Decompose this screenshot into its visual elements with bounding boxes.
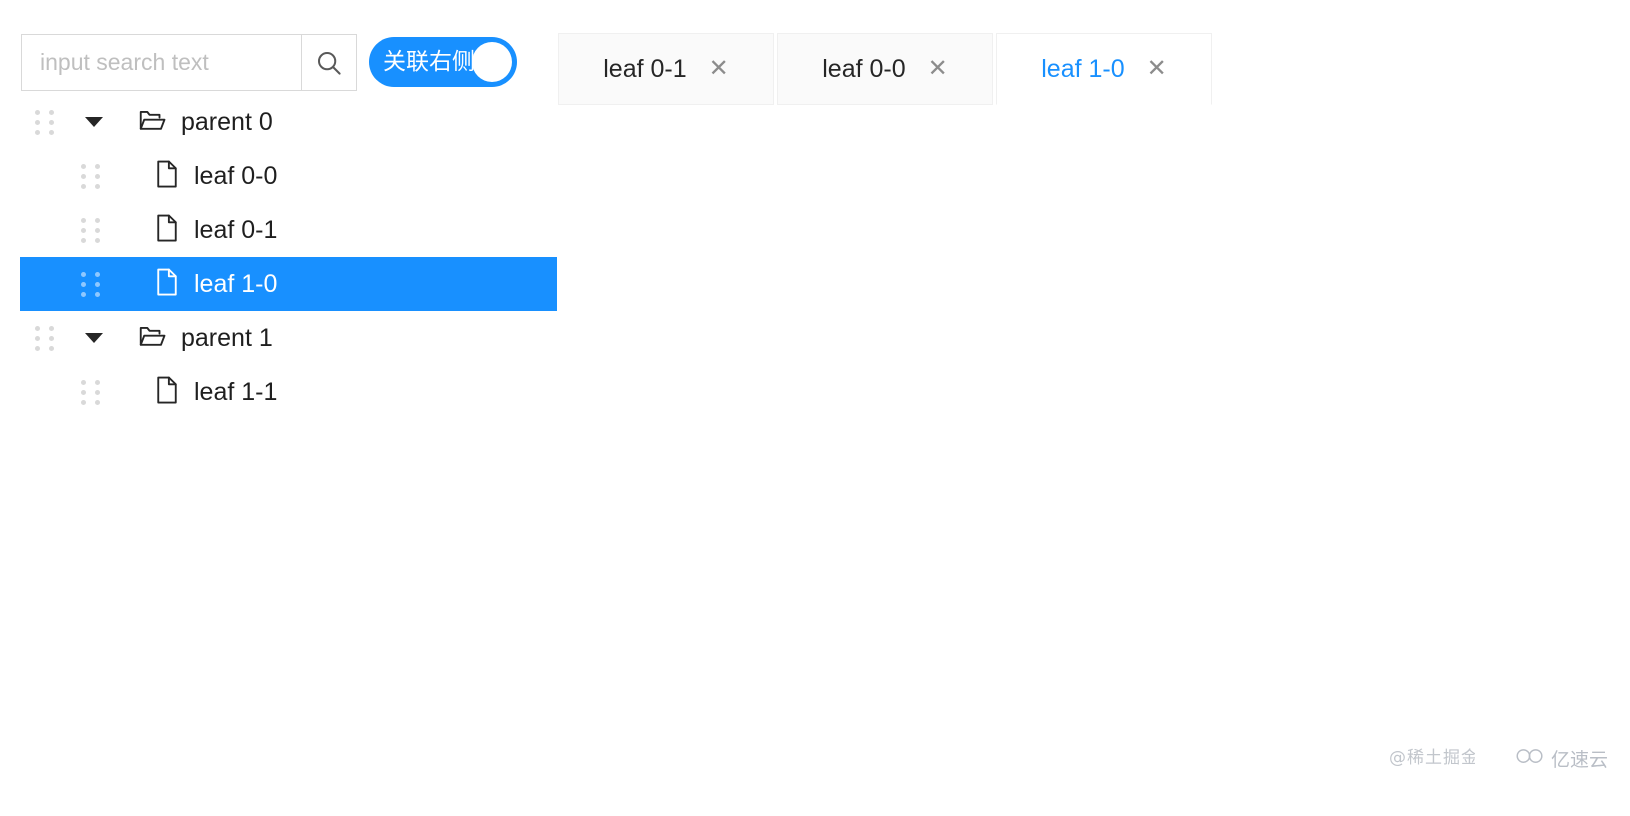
tree-row-leaf-1-1[interactable]: leaf 1-1 <box>20 365 557 419</box>
top-toolbar: 关联右侧 leaf 0-1 ✕ leaf 0-0 ✕ leaf 1-0 ✕ <box>0 0 1630 108</box>
tab-label: leaf 0-0 <box>822 54 906 83</box>
drag-handle-icon[interactable] <box>81 217 100 243</box>
tree-row-label: leaf 1-1 <box>194 377 278 406</box>
close-icon[interactable]: ✕ <box>928 57 948 81</box>
folder-open-icon <box>137 105 167 140</box>
file-icon <box>154 213 180 248</box>
tree-row-parent-1[interactable]: parent 1 <box>20 311 557 365</box>
search-group <box>21 34 357 91</box>
tab-leaf-1-0[interactable]: leaf 1-0 ✕ <box>996 33 1212 105</box>
tab-label: leaf 0-1 <box>603 54 687 83</box>
file-icon <box>154 375 180 410</box>
search-button[interactable] <box>301 34 357 91</box>
drag-handle-icon[interactable] <box>81 163 100 189</box>
tree-row-label: leaf 1-0 <box>194 269 278 298</box>
folder-open-icon <box>137 321 167 356</box>
chevron-down-icon[interactable] <box>85 117 103 127</box>
tree-row-label: parent 1 <box>181 323 273 352</box>
yisu-watermark: 亿速云 <box>1515 745 1608 772</box>
drag-handle-icon[interactable] <box>81 379 100 405</box>
close-icon[interactable]: ✕ <box>709 57 729 81</box>
search-input[interactable] <box>21 34 301 91</box>
cloud-icon <box>1515 746 1545 771</box>
tab-label: leaf 1-0 <box>1041 54 1125 83</box>
tree-row-leaf-0-0[interactable]: leaf 0-0 <box>20 149 557 203</box>
tree-row-parent-0[interactable]: parent 0 <box>20 95 557 149</box>
search-icon <box>314 48 344 78</box>
drag-handle-icon[interactable] <box>81 271 100 297</box>
tree-row-label: leaf 0-1 <box>194 215 278 244</box>
tree-row-leaf-1-0[interactable]: leaf 1-0 <box>20 257 557 311</box>
tree-row-label: leaf 0-0 <box>194 161 278 190</box>
file-icon <box>154 267 180 302</box>
juejin-watermark: @稀土掘金 <box>1389 748 1475 768</box>
tab-bar: leaf 0-1 ✕ leaf 0-0 ✕ leaf 1-0 ✕ <box>558 33 1215 105</box>
tab-leaf-0-1[interactable]: leaf 0-1 ✕ <box>558 33 774 105</box>
tree-row-label: parent 0 <box>181 107 273 136</box>
tree-row-leaf-0-1[interactable]: leaf 0-1 <box>20 203 557 257</box>
close-icon[interactable]: ✕ <box>1147 57 1167 81</box>
toggle-knob <box>472 42 512 82</box>
chevron-down-icon[interactable] <box>85 333 103 343</box>
yisu-watermark-label: 亿速云 <box>1550 749 1608 771</box>
drag-handle-icon[interactable] <box>35 109 54 135</box>
link-right-toggle[interactable]: 关联右侧 <box>369 37 517 87</box>
file-icon <box>154 159 180 194</box>
tab-leaf-0-0[interactable]: leaf 0-0 ✕ <box>777 33 993 105</box>
tree-panel: parent 0 leaf 0-0 leaf 0-1 leaf 1-0 pare… <box>0 95 560 419</box>
link-right-toggle-label: 关联右侧 <box>383 48 475 75</box>
drag-handle-icon[interactable] <box>35 325 54 351</box>
